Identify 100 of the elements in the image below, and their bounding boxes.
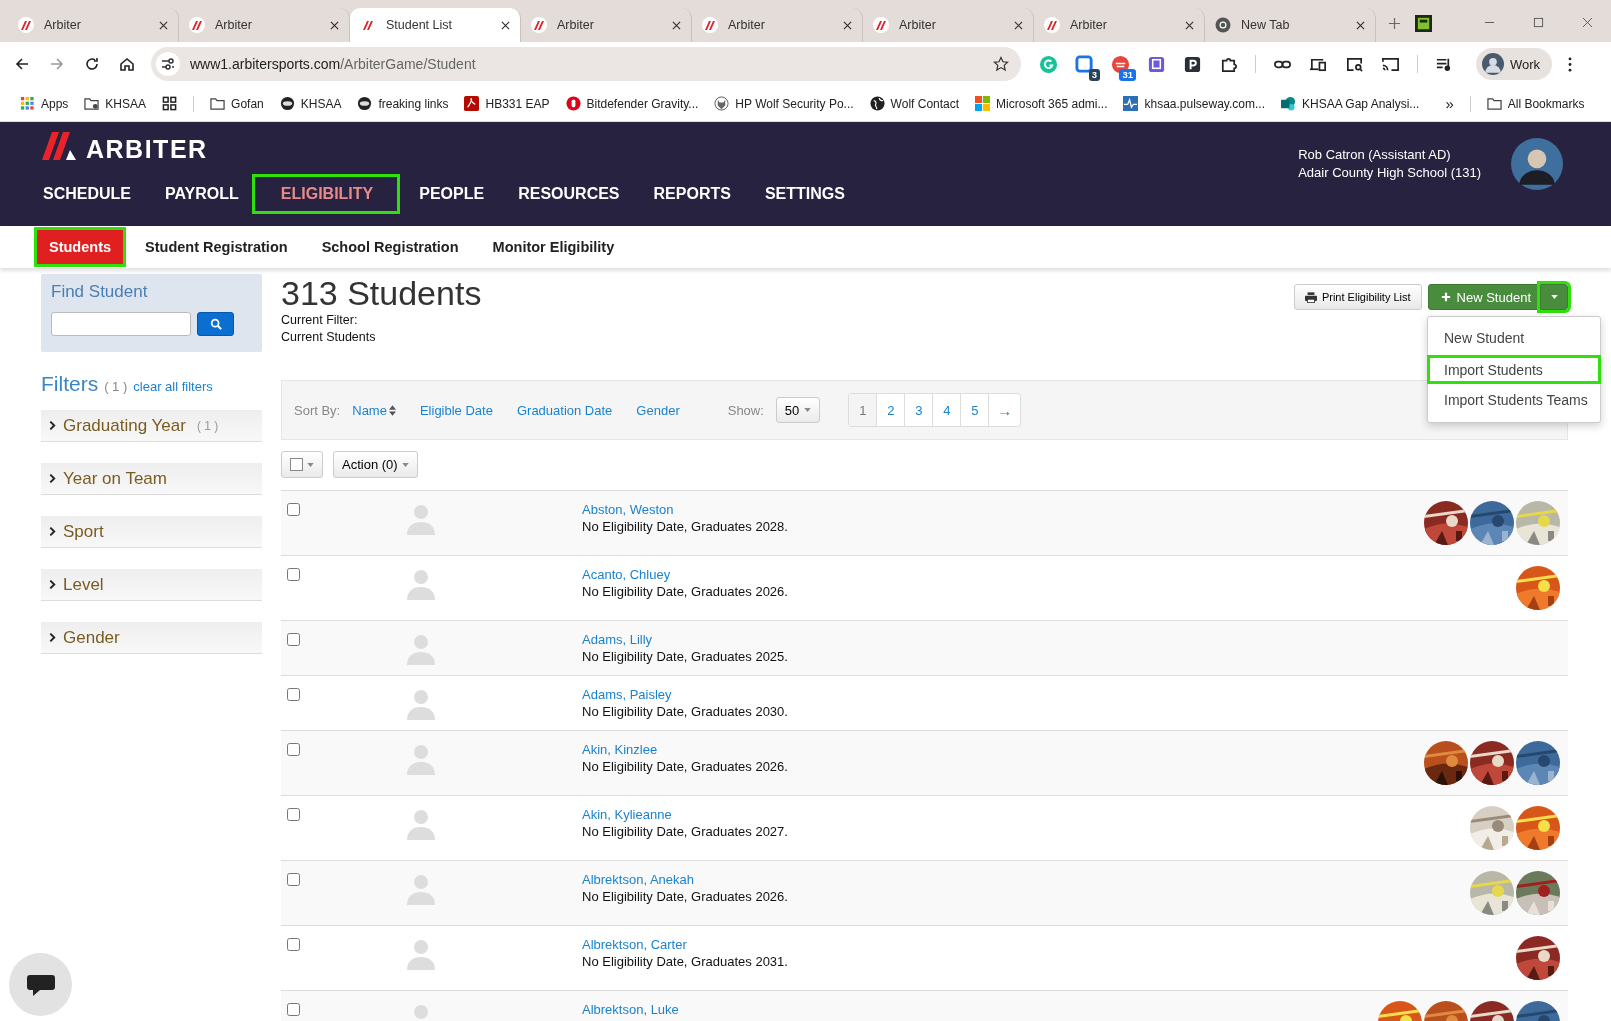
bookmark[interactable]: Wolf Contact xyxy=(869,96,960,111)
address-bar[interactable]: www1.arbitersports.com/ArbiterGame/Student xyxy=(151,47,1021,81)
filter-group[interactable]: Level xyxy=(41,569,262,601)
menu-item[interactable]: Import Students xyxy=(1427,355,1601,384)
sub-nav-tab[interactable]: Student Registration xyxy=(130,227,303,267)
bookmark[interactable]: HP Wolf Security Po... xyxy=(714,96,854,111)
new-student-button[interactable]: New Student xyxy=(1427,284,1540,310)
browser-tab[interactable]: Arbiter xyxy=(179,8,350,42)
bookmark[interactable]: khsaa.pulseway.com... xyxy=(1123,96,1265,111)
search-field[interactable] xyxy=(51,312,191,336)
sort-option[interactable]: Eligible Date xyxy=(419,402,493,418)
row-checkbox[interactable] xyxy=(287,688,300,701)
sub-nav-tab[interactable]: School Registration xyxy=(306,227,474,267)
student-name-link[interactable]: Adams, Paisley xyxy=(582,686,788,703)
filter-group[interactable]: Graduating Year ( 1 ) xyxy=(41,410,262,442)
bookmark[interactable]: KHSAA xyxy=(279,96,342,111)
browser-tab[interactable]: Student List xyxy=(350,8,521,42)
close-icon[interactable] xyxy=(843,20,852,30)
row-checkbox[interactable] xyxy=(287,808,300,821)
close-icon[interactable] xyxy=(1185,20,1194,30)
row-checkbox[interactable] xyxy=(287,873,300,886)
nav-tab[interactable]: REPORTS xyxy=(644,174,740,214)
row-checkbox[interactable] xyxy=(287,743,300,756)
student-name-link[interactable]: Acanto, Chluey xyxy=(582,566,788,583)
row-checkbox[interactable] xyxy=(287,633,300,646)
sub-nav-tab[interactable]: Monitor Eligibility xyxy=(477,227,630,267)
action-dropdown[interactable]: Action (0) xyxy=(333,451,418,478)
select-all-dropdown[interactable] xyxy=(281,451,323,478)
bookmark[interactable]: Gofan xyxy=(210,96,264,111)
reload-icon[interactable] xyxy=(84,56,100,72)
close-icon[interactable] xyxy=(1014,20,1023,30)
dropdown-toggle[interactable] xyxy=(1540,284,1568,310)
nav-tab[interactable]: SETTINGS xyxy=(755,174,854,214)
filter-group[interactable]: Gender xyxy=(41,622,262,654)
profile-button[interactable]: Work xyxy=(1476,48,1553,80)
bookmark[interactable]: HB331 EAP xyxy=(464,96,550,111)
back-icon[interactable] xyxy=(14,56,30,72)
student-name-link[interactable]: Albrektson, Luke xyxy=(582,1001,679,1018)
extension-icon[interactable] xyxy=(1075,54,1094,74)
sort-option[interactable]: Gender xyxy=(636,402,680,418)
filter-group[interactable]: Sport xyxy=(41,516,262,548)
close-icon[interactable] xyxy=(501,20,510,30)
maximize-icon[interactable] xyxy=(1533,17,1544,28)
nav-tab[interactable]: RESOURCES xyxy=(509,174,629,214)
row-checkbox[interactable] xyxy=(287,938,300,951)
close-icon[interactable] xyxy=(330,20,339,30)
browser-tab[interactable]: Arbiter xyxy=(8,8,179,42)
extension-icon[interactable] xyxy=(1183,54,1202,74)
student-name-link[interactable]: Albrektson, Anekah xyxy=(582,871,788,888)
bookmark-folder[interactable]: All Bookmarks xyxy=(1486,96,1585,111)
page-link[interactable]: 2 xyxy=(876,394,905,426)
star-icon[interactable] xyxy=(993,56,1009,72)
browser-tab[interactable]: Arbiter xyxy=(863,8,1034,42)
row-checkbox[interactable] xyxy=(287,568,300,581)
page-link[interactable]: 5 xyxy=(960,394,989,426)
bookmark[interactable]: Apps xyxy=(20,96,69,111)
bookmark[interactable]: Bitdefender Gravity... xyxy=(565,96,699,111)
nav-tab[interactable]: PEOPLE xyxy=(410,174,494,214)
student-name-link[interactable]: Adams, Lilly xyxy=(582,631,788,648)
school-name[interactable]: Adair County High School (131) xyxy=(1298,165,1481,180)
page-link[interactable]: 3 xyxy=(904,394,933,426)
page-link[interactable]: → xyxy=(988,394,1021,426)
menu-item[interactable]: New Student xyxy=(1427,322,1601,355)
clear-filters-link[interactable]: clear all filters xyxy=(133,379,213,394)
page-link[interactable]: 4 xyxy=(932,394,961,426)
student-name-link[interactable]: Akin, Kylieanne xyxy=(582,806,788,823)
bookmark[interactable]: KHSAA Gap Analysi... xyxy=(1280,96,1420,111)
search-button[interactable] xyxy=(197,312,234,336)
forward-icon[interactable] xyxy=(49,56,65,72)
print-button[interactable]: Print Eligibility List xyxy=(1293,284,1422,310)
menu-item[interactable]: Import Students Teams xyxy=(1427,384,1601,417)
row-checkbox[interactable] xyxy=(287,1003,300,1016)
filter-group[interactable]: Year on Team xyxy=(41,463,262,495)
sort-option[interactable]: Graduation Date xyxy=(516,402,613,418)
nav-tab[interactable]: SCHEDULE xyxy=(34,174,140,214)
student-name-link[interactable]: Albrektson, Carter xyxy=(582,936,788,953)
page-link[interactable]: 1 xyxy=(849,394,877,426)
more-bookmarks-button[interactable]: » xyxy=(1445,95,1454,112)
sub-nav-tab[interactable]: Students xyxy=(34,227,127,267)
browser-tab[interactable]: Arbiter xyxy=(521,8,692,42)
app-icon[interactable] xyxy=(1415,15,1432,32)
new-tab-icon[interactable] xyxy=(1388,17,1401,30)
avatar-icon[interactable] xyxy=(1511,138,1563,190)
home-icon[interactable] xyxy=(119,56,135,72)
close-icon[interactable] xyxy=(1356,20,1365,30)
bookmark[interactable]: freaking links xyxy=(357,96,449,111)
sort-option[interactable]: Name xyxy=(352,402,396,418)
menu-icon[interactable] xyxy=(1568,56,1573,72)
browser-tab[interactable]: Arbiter xyxy=(692,8,863,42)
row-checkbox[interactable] xyxy=(287,503,300,516)
close-icon[interactable] xyxy=(672,20,681,30)
bookmark[interactable]: KHSAA xyxy=(84,96,147,111)
nav-tab[interactable]: PAYROLL xyxy=(156,174,248,214)
student-name-link[interactable]: Akin, Kinzlee xyxy=(582,741,788,758)
site-settings-icon[interactable] xyxy=(156,52,180,76)
page-size-dropdown[interactable]: 50 xyxy=(775,397,821,423)
student-name-link[interactable]: Abston, Weston xyxy=(582,501,788,518)
grid-icon[interactable] xyxy=(162,96,178,111)
browser-tab[interactable]: New Tab xyxy=(1205,8,1376,42)
browser-tab[interactable]: Arbiter xyxy=(1034,8,1205,42)
